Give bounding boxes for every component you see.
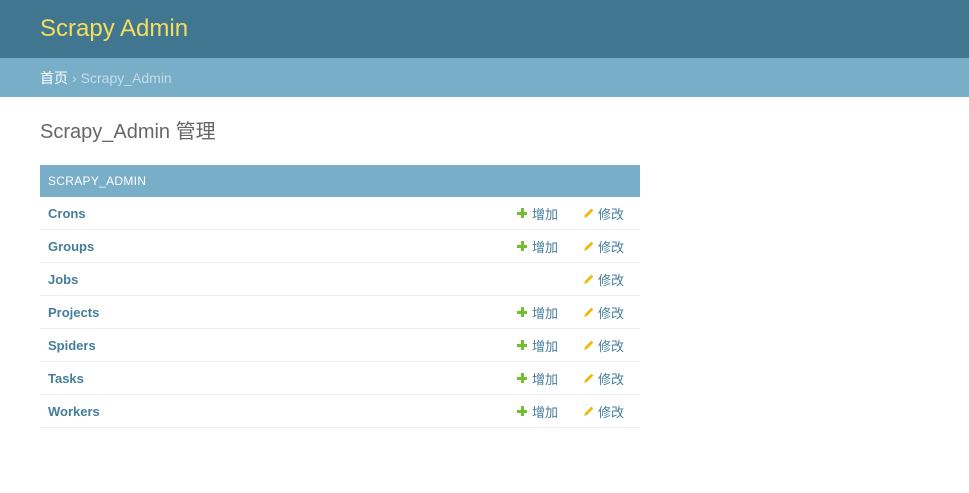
table-row-groups: Groups 增加 修改: [40, 230, 640, 263]
header: Scrapy Admin: [0, 0, 969, 58]
add-label: 增加: [532, 371, 559, 387]
change-link[interactable]: 修改: [583, 296, 624, 328]
model-name-link[interactable]: Jobs: [48, 272, 632, 287]
change-link[interactable]: 修改: [583, 230, 624, 262]
change-link[interactable]: 修改: [583, 263, 624, 295]
plus-icon: [517, 340, 527, 350]
add-label: 增加: [532, 206, 559, 222]
pencil-icon: [583, 241, 594, 252]
pencil-icon: [583, 208, 594, 219]
change-label: 修改: [598, 404, 625, 420]
breadcrumb-separator: ›: [72, 69, 77, 86]
site-name-link[interactable]: Scrapy Admin: [40, 17, 188, 41]
change-label: 修改: [598, 338, 625, 354]
plus-icon: [517, 208, 527, 218]
breadcrumb: 首页 › Scrapy_Admin: [0, 58, 969, 97]
table-row-spiders: Spiders 增加 修改: [40, 329, 640, 362]
page-title: Scrapy_Admin 管理: [40, 121, 216, 143]
breadcrumb-current: Scrapy_Admin: [80, 69, 172, 86]
change-link[interactable]: 修改: [583, 395, 624, 427]
change-label: 修改: [598, 371, 625, 387]
pencil-icon: [583, 274, 594, 285]
add-label: 增加: [532, 404, 559, 420]
add-label: 增加: [532, 338, 559, 354]
add-link[interactable]: 增加: [517, 395, 558, 427]
plus-icon: [517, 307, 527, 317]
change-label: 修改: [598, 272, 625, 288]
pencil-icon: [583, 340, 594, 351]
add-link[interactable]: 增加: [517, 230, 558, 262]
table-row-crons: Crons 增加 修改: [40, 197, 640, 230]
model-list: Crons 增加 修改 Groups 增加 修改 Jobs 修改 Project…: [40, 197, 640, 428]
plus-icon: [517, 406, 527, 416]
change-label: 修改: [598, 206, 625, 222]
pencil-icon: [583, 307, 594, 318]
add-link[interactable]: 增加: [517, 197, 558, 229]
add-label: 增加: [532, 305, 559, 321]
table-row-projects: Projects 增加 修改: [40, 296, 640, 329]
change-label: 修改: [598, 239, 625, 255]
add-label: 增加: [532, 239, 559, 255]
table-row-jobs: Jobs 修改: [40, 263, 640, 296]
change-link[interactable]: 修改: [583, 329, 624, 361]
plus-icon: [517, 373, 527, 383]
main-content: Scrapy_Admin 管理 Scrapy_Admin Crons 增加 修改…: [0, 119, 969, 428]
plus-icon: [517, 241, 527, 251]
pencil-icon: [583, 373, 594, 384]
add-link[interactable]: 增加: [517, 296, 558, 328]
table-row-tasks: Tasks 增加 修改: [40, 362, 640, 395]
module-caption[interactable]: Scrapy_Admin: [40, 165, 640, 197]
change-link[interactable]: 修改: [583, 197, 624, 229]
breadcrumb-home-link[interactable]: 首页: [40, 68, 68, 88]
change-label: 修改: [598, 305, 625, 321]
change-link[interactable]: 修改: [583, 362, 624, 394]
add-link[interactable]: 增加: [517, 362, 558, 394]
app-module-table: Scrapy_Admin Crons 增加 修改 Groups 增加: [40, 165, 640, 428]
add-link[interactable]: 增加: [517, 329, 558, 361]
pencil-icon: [583, 406, 594, 417]
table-row-workers: Workers 增加 修改: [40, 395, 640, 428]
